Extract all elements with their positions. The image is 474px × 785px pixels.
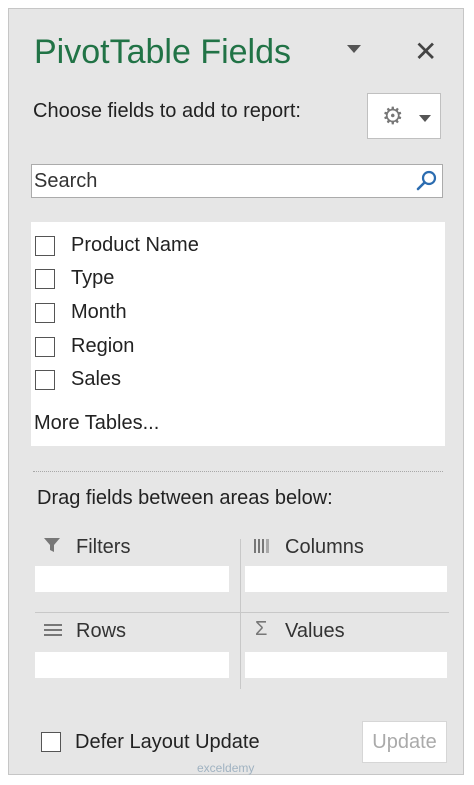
filters-area-label: Filters xyxy=(76,536,131,558)
field-label: Sales xyxy=(71,368,122,390)
rows-drop-zone[interactable] xyxy=(35,652,229,678)
field-label: Region xyxy=(71,335,135,357)
values-area-label: Values xyxy=(285,620,345,642)
field-checkbox[interactable] xyxy=(35,303,55,323)
columns-icon xyxy=(254,539,269,553)
chevron-down-icon xyxy=(419,115,431,122)
field-label: Type xyxy=(71,267,115,289)
values-drop-zone[interactable] xyxy=(245,652,447,678)
update-button[interactable]: Update xyxy=(362,721,447,763)
area-divider-horizontal xyxy=(35,612,449,613)
rows-area-label: Rows xyxy=(76,620,127,642)
pane-title: PivotTable Fields xyxy=(34,33,292,71)
defer-layout-update-label: Defer Layout Update xyxy=(75,731,260,753)
drag-fields-label: Drag fields between areas below: xyxy=(37,487,333,509)
search-box[interactable] xyxy=(31,164,443,198)
field-checkbox[interactable] xyxy=(35,236,55,256)
field-checkbox[interactable] xyxy=(35,337,55,357)
field-checkbox[interactable] xyxy=(35,370,55,390)
filters-drop-zone[interactable] xyxy=(35,566,229,592)
tools-button[interactable]: ⚙ xyxy=(367,93,441,139)
choose-fields-label: Choose fields to add to report: xyxy=(33,100,301,122)
more-tables-link[interactable]: More Tables... xyxy=(34,412,159,435)
pane-options-dropdown-icon[interactable] xyxy=(347,45,361,53)
area-divider-vertical xyxy=(240,539,241,689)
section-divider xyxy=(33,471,443,472)
filter-icon xyxy=(44,538,60,552)
field-label: Month xyxy=(71,301,127,323)
pivottable-fields-pane: PivotTable Fields ✕ Choose fields to add… xyxy=(8,8,464,775)
field-label: Product Name xyxy=(71,234,199,256)
rows-icon xyxy=(44,624,62,636)
columns-area-label: Columns xyxy=(285,536,364,558)
search-icon[interactable] xyxy=(415,169,439,193)
search-input[interactable] xyxy=(34,167,404,195)
defer-layout-update-checkbox[interactable] xyxy=(41,732,61,752)
sigma-icon: Σ xyxy=(255,618,268,640)
columns-drop-zone[interactable] xyxy=(245,566,447,592)
field-checkbox[interactable] xyxy=(35,269,55,289)
close-icon[interactable]: ✕ xyxy=(414,35,437,69)
field-list: Product Name Type Month Region Sales Mor… xyxy=(31,222,445,446)
gear-icon: ⚙ xyxy=(382,103,404,130)
watermark-logo: exceldemy xyxy=(197,761,255,775)
